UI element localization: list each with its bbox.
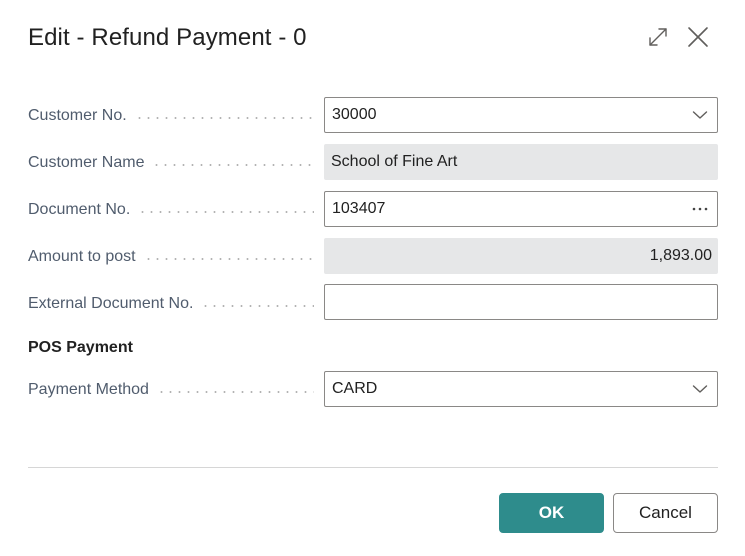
amount-to-post-label: Amount to post	[28, 247, 314, 267]
payment-method-field[interactable]: CARD	[324, 371, 718, 407]
leader-dots	[134, 117, 314, 119]
payment-method-dropdown-button[interactable]	[683, 372, 717, 406]
chevron-down-icon	[692, 111, 708, 119]
customer-no-label-text: Customer No.	[28, 107, 127, 124]
customer-no-value: 30000	[332, 106, 377, 123]
cancel-button[interactable]: Cancel	[613, 493, 718, 533]
document-no-label: Document No.	[28, 200, 314, 220]
close-icon	[688, 27, 708, 47]
amount-to-post-label-text: Amount to post	[28, 248, 136, 265]
payment-method-label: Payment Method	[28, 380, 314, 400]
document-no-lookup-button[interactable]	[683, 192, 717, 226]
payment-method-label-text: Payment Method	[28, 381, 149, 398]
leader-dots	[138, 211, 314, 213]
external-document-no-label-text: External Document No.	[28, 295, 194, 312]
expand-icon	[649, 28, 667, 46]
more-icon	[692, 207, 708, 211]
external-document-no-field[interactable]	[324, 284, 718, 320]
customer-name-label: Customer Name	[28, 153, 314, 173]
customer-name-label-text: Customer Name	[28, 154, 145, 171]
pos-payment-section-title: POS Payment	[28, 339, 133, 356]
payment-method-value: CARD	[332, 380, 378, 397]
leader-dots	[201, 305, 314, 307]
refund-payment-dialog: Edit - Refund Payment - 0 Customer No. 3…	[0, 0, 745, 556]
leader-dots	[152, 164, 314, 166]
customer-no-field[interactable]: 30000	[324, 97, 718, 133]
customer-no-dropdown-button[interactable]	[683, 98, 717, 132]
expand-button[interactable]	[643, 22, 673, 52]
leader-dots	[143, 258, 314, 260]
external-document-no-label: External Document No.	[28, 294, 314, 314]
customer-name-value: School of Fine Art	[331, 153, 458, 170]
customer-no-label: Customer No.	[28, 106, 314, 126]
chevron-down-icon	[692, 385, 708, 393]
amount-to-post-value: 1,893.00	[649, 247, 712, 264]
amount-to-post-field: 1,893.00	[324, 238, 718, 274]
footer-divider	[28, 467, 718, 468]
document-no-value: 103407	[332, 200, 386, 217]
leader-dots	[156, 391, 314, 393]
document-no-label-text: Document No.	[28, 201, 131, 218]
dialog-title: Edit - Refund Payment - 0	[28, 24, 307, 51]
document-no-field[interactable]: 103407	[324, 191, 718, 227]
close-button[interactable]	[683, 22, 713, 52]
ok-button[interactable]: OK	[499, 493, 604, 533]
customer-name-field: School of Fine Art	[324, 144, 718, 180]
